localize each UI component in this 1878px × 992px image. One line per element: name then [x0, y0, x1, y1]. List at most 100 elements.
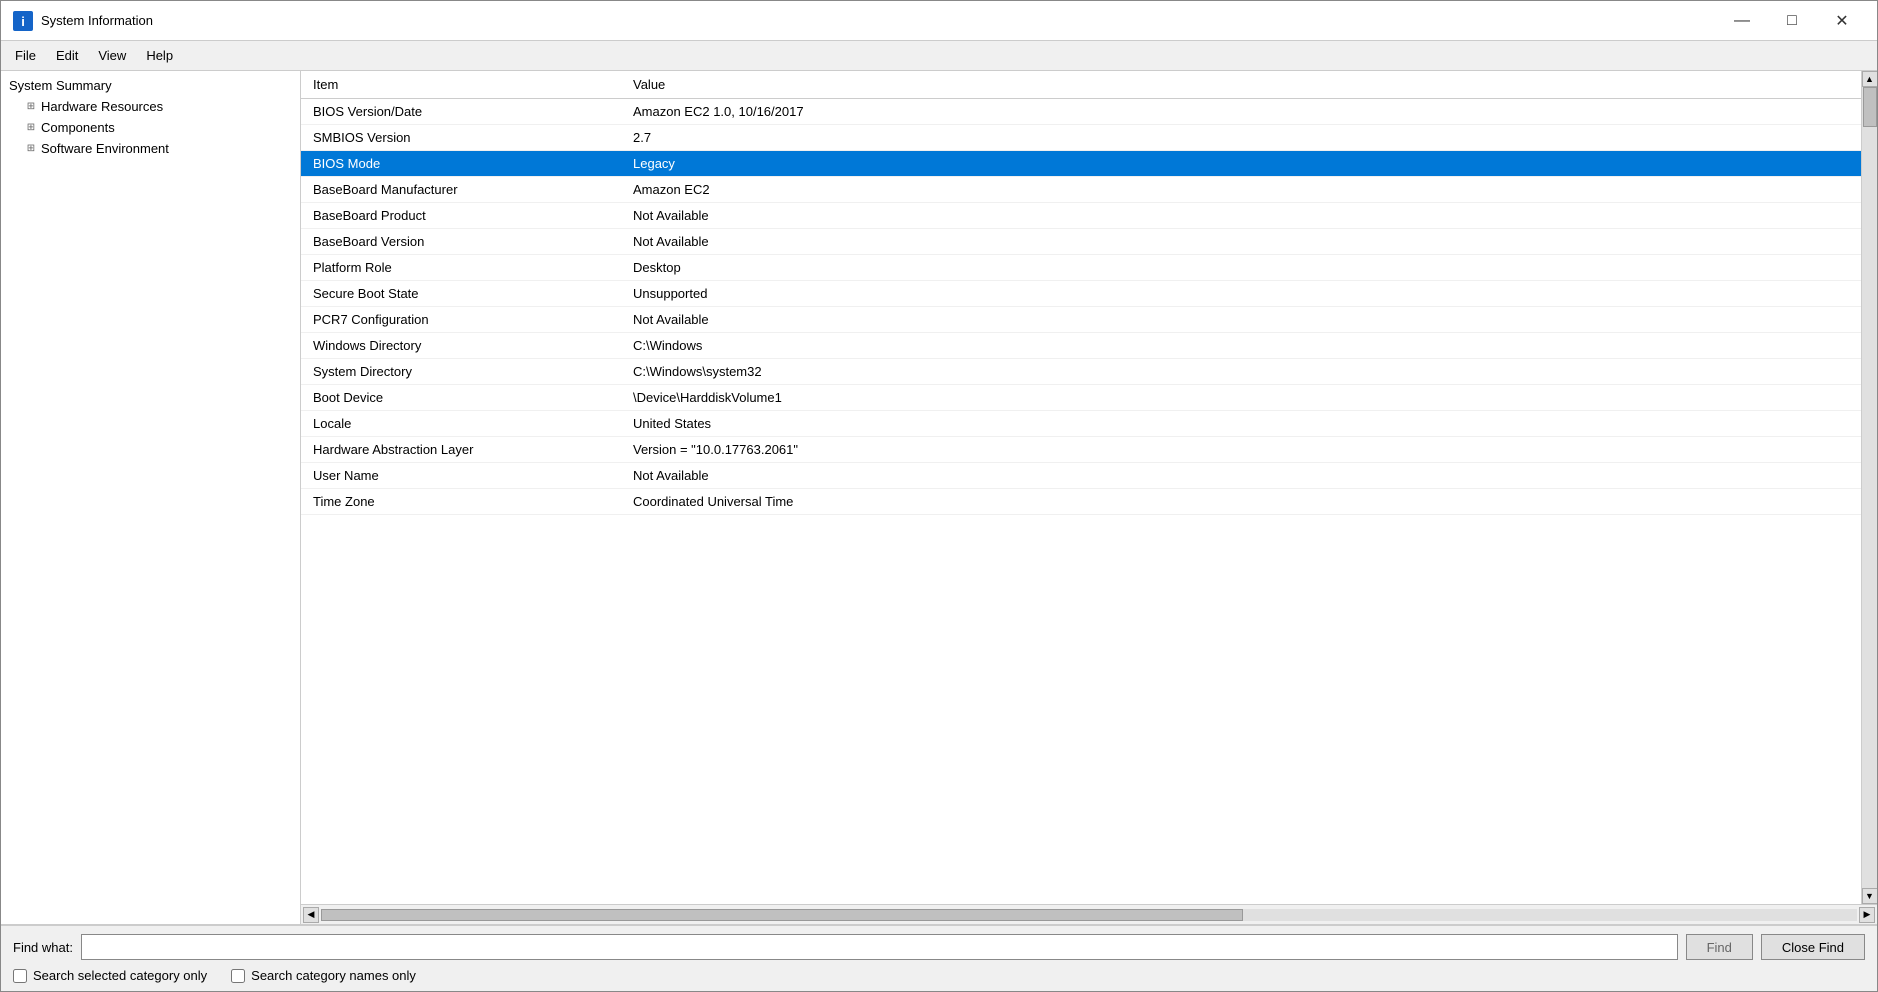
table-row[interactable]: BaseBoard ManufacturerAmazon EC2 [301, 177, 1861, 203]
table-cell-value: Amazon EC2 [621, 177, 1861, 203]
checkbox-row: Search selected category only Search cat… [13, 968, 1865, 983]
search-names-text: Search category names only [251, 968, 416, 983]
sidebar-item-hardware-resources[interactable]: ⊞ Hardware Resources [1, 96, 300, 117]
minimize-button[interactable]: — [1719, 5, 1765, 37]
table-cell-item: PCR7 Configuration [301, 307, 621, 333]
data-table[interactable]: Item Value BIOS Version/DateAmazon EC2 1… [301, 71, 1861, 904]
menu-edit[interactable]: Edit [46, 44, 88, 67]
title-bar: i System Information — □ ✕ [1, 1, 1877, 41]
table-row[interactable]: Platform RoleDesktop [301, 255, 1861, 281]
table-row[interactable]: User NameNot Available [301, 463, 1861, 489]
h-scroll-thumb[interactable] [321, 909, 1243, 921]
column-header-value: Value [621, 71, 1861, 99]
scroll-thumb[interactable] [1863, 87, 1877, 127]
sidebar-item-system-summary[interactable]: System Summary [1, 75, 300, 96]
menu-file[interactable]: File [5, 44, 46, 67]
table-row[interactable]: SMBIOS Version2.7 [301, 125, 1861, 151]
table-cell-item: Windows Directory [301, 333, 621, 359]
scroll-track[interactable] [1862, 87, 1878, 888]
expand-hardware-icon: ⊞ [25, 101, 37, 112]
search-selected-text: Search selected category only [33, 968, 207, 983]
menu-view[interactable]: View [88, 44, 136, 67]
table-cell-item: System Directory [301, 359, 621, 385]
table-cell-value: Unsupported [621, 281, 1861, 307]
search-names-label[interactable]: Search category names only [231, 968, 416, 983]
table-cell-item: Hardware Abstraction Layer [301, 437, 621, 463]
find-button[interactable]: Find [1686, 934, 1753, 960]
table-row[interactable]: Windows DirectoryC:\Windows [301, 333, 1861, 359]
table-cell-value: 2.7 [621, 125, 1861, 151]
table-row[interactable]: LocaleUnited States [301, 411, 1861, 437]
search-names-checkbox[interactable] [231, 969, 245, 983]
table-row[interactable]: Hardware Abstraction LayerVersion = "10.… [301, 437, 1861, 463]
find-label: Find what: [13, 940, 73, 955]
table-cell-item: Secure Boot State [301, 281, 621, 307]
table-cell-value: Coordinated Universal Time [621, 489, 1861, 515]
table-cell-item: BIOS Version/Date [301, 99, 621, 125]
table-row[interactable]: BaseBoard ProductNot Available [301, 203, 1861, 229]
table-cell-item: BIOS Mode [301, 151, 621, 177]
left-panel: System Summary ⊞ Hardware Resources ⊞ Co… [1, 71, 301, 924]
horizontal-scrollbar[interactable]: ◀ ▶ [301, 904, 1877, 924]
table-cell-item: Platform Role [301, 255, 621, 281]
table-cell-value: Desktop [621, 255, 1861, 281]
svg-text:i: i [21, 14, 25, 29]
window-title: System Information [41, 13, 153, 28]
table-row[interactable]: PCR7 ConfigurationNot Available [301, 307, 1861, 333]
main-content: System Summary ⊞ Hardware Resources ⊞ Co… [1, 71, 1877, 925]
table-cell-value: Version = "10.0.17763.2061" [621, 437, 1861, 463]
scroll-down-button[interactable]: ▼ [1862, 888, 1878, 904]
right-panel: Item Value BIOS Version/DateAmazon EC2 1… [301, 71, 1877, 924]
table-cell-item: BaseBoard Product [301, 203, 621, 229]
h-scroll-track[interactable] [321, 909, 1857, 921]
table-cell-item: SMBIOS Version [301, 125, 621, 151]
table-row[interactable]: Time ZoneCoordinated Universal Time [301, 489, 1861, 515]
vertical-scrollbar[interactable]: ▲ ▼ [1861, 71, 1877, 904]
table-cell-item: BaseBoard Version [301, 229, 621, 255]
window-controls: — □ ✕ [1719, 5, 1865, 37]
table-cell-value: Legacy [621, 151, 1861, 177]
table-row[interactable]: BIOS Version/DateAmazon EC2 1.0, 10/16/2… [301, 99, 1861, 125]
find-row: Find what: Find Close Find [13, 934, 1865, 960]
sidebar-item-components[interactable]: ⊞ Components [1, 117, 300, 138]
software-environment-label: Software Environment [41, 141, 169, 156]
scroll-up-button[interactable]: ▲ [1862, 71, 1878, 87]
maximize-button[interactable]: □ [1769, 5, 1815, 37]
column-header-item: Item [301, 71, 621, 99]
table-cell-value: Amazon EC2 1.0, 10/16/2017 [621, 99, 1861, 125]
components-label: Components [41, 120, 115, 135]
table-row[interactable]: Boot Device\Device\HarddiskVolume1 [301, 385, 1861, 411]
hardware-resources-label: Hardware Resources [41, 99, 163, 114]
scroll-left-button[interactable]: ◀ [303, 907, 319, 923]
table-cell-value: C:\Windows [621, 333, 1861, 359]
table-cell-value: United States [621, 411, 1861, 437]
table-row[interactable]: BIOS ModeLegacy [301, 151, 1861, 177]
table-cell-value: Not Available [621, 463, 1861, 489]
table-row[interactable]: BaseBoard VersionNot Available [301, 229, 1861, 255]
expand-components-icon: ⊞ [25, 122, 37, 133]
menu-bar: File Edit View Help [1, 41, 1877, 71]
close-button[interactable]: ✕ [1819, 5, 1865, 37]
table-row[interactable]: System DirectoryC:\Windows\system32 [301, 359, 1861, 385]
table-cell-value: Not Available [621, 229, 1861, 255]
sidebar-item-software-environment[interactable]: ⊞ Software Environment [1, 138, 300, 159]
close-find-button[interactable]: Close Find [1761, 934, 1865, 960]
expand-software-icon: ⊞ [25, 143, 37, 154]
table-cell-item: Locale [301, 411, 621, 437]
bottom-bar: Find what: Find Close Find Search select… [1, 925, 1877, 991]
table-cell-value: Not Available [621, 307, 1861, 333]
menu-help[interactable]: Help [136, 44, 183, 67]
table-cell-value: Not Available [621, 203, 1861, 229]
table-cell-item: Boot Device [301, 385, 621, 411]
search-selected-label[interactable]: Search selected category only [13, 968, 207, 983]
table-cell-item: BaseBoard Manufacturer [301, 177, 621, 203]
table-cell-value: \Device\HarddiskVolume1 [621, 385, 1861, 411]
scroll-right-button[interactable]: ▶ [1859, 907, 1875, 923]
table-row[interactable]: Secure Boot StateUnsupported [301, 281, 1861, 307]
table-cell-item: User Name [301, 463, 621, 489]
table-cell-value: C:\Windows\system32 [621, 359, 1861, 385]
search-selected-checkbox[interactable] [13, 969, 27, 983]
app-icon: i [13, 11, 33, 31]
find-input[interactable] [81, 934, 1678, 960]
table-cell-item: Time Zone [301, 489, 621, 515]
